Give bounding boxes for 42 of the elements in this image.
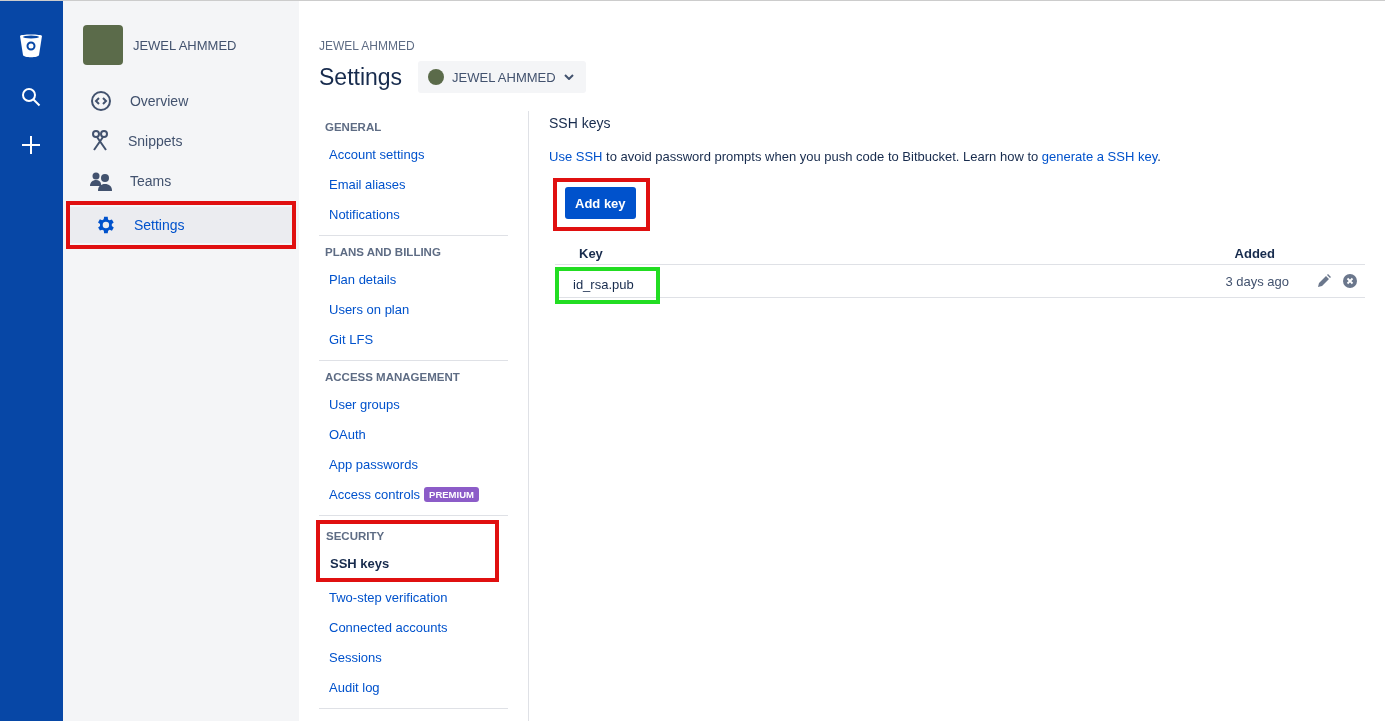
sidebar-item[interactable]: Teams [65,163,296,199]
sidebar-item[interactable]: Overview [65,83,296,119]
settings-nav-link[interactable]: User groups [319,389,508,419]
premium-badge: PREMIUM [424,486,479,502]
sidebar-item[interactable]: Settings [69,207,292,243]
user-name: JEWEL AHMMED [132,37,237,53]
settings-nav-link[interactable]: App passwords [319,449,508,479]
breadcrumb: JEWEL AHMMED [319,39,416,53]
section-heading: ACCESS MANAGEMENT [324,370,461,385]
settings-nav-link[interactable]: Email aliases [319,169,508,199]
add-key-button[interactable]: Add key [565,187,636,219]
page-title: Settings [319,63,403,91]
section-heading: PLANS AND BILLING [324,245,442,260]
avatar-placeholder [82,25,123,65]
account-switcher[interactable]: JEWEL AHMMED [418,61,586,93]
section-title: SSH keys [549,115,611,131]
settings-nav-link[interactable]: Audit log [319,672,508,702]
settings-nav-link[interactable]: Access controls PREMIUM [319,479,508,509]
scissors-icon [89,130,110,152]
description-text: Use SSH to avoid password prompts when you push code to Bitbucket. Learn how to generate a SSH key. [549,149,1161,164]
table-cell: 3 days ago [1225,273,1289,289]
settings-nav-link[interactable]: Plan details [319,264,508,294]
settings-nav-link[interactable]: OAuth [319,419,508,449]
people-icon [89,171,112,191]
column-header: Added [1234,246,1275,261]
sidebar-item[interactable]: Snippets [65,123,296,159]
settings-nav-link[interactable]: Users on plan [319,294,508,324]
settings-nav-link[interactable]: Account settings [319,139,508,169]
avatar-placeholder [428,69,445,85]
settings-nav-link[interactable]: Sessions [319,642,508,672]
section-heading: SECURITY [325,529,386,544]
code-icon [89,90,112,112]
settings-nav-link[interactable]: SSH keys [320,548,495,578]
settings-nav-link[interactable]: Two-step verification [319,582,508,612]
section-heading: GENERAL [324,120,383,135]
settings-nav-link[interactable]: Connected accounts [319,612,508,642]
text-link[interactable]: Use SSH [549,149,603,164]
column-header: Key [579,246,603,261]
table-cell: id_rsa.pub [573,276,634,292]
chevron-down-icon [563,74,574,80]
settings-nav-link[interactable]: Notifications [319,199,508,229]
settings-nav-link[interactable]: Git LFS [319,324,508,354]
